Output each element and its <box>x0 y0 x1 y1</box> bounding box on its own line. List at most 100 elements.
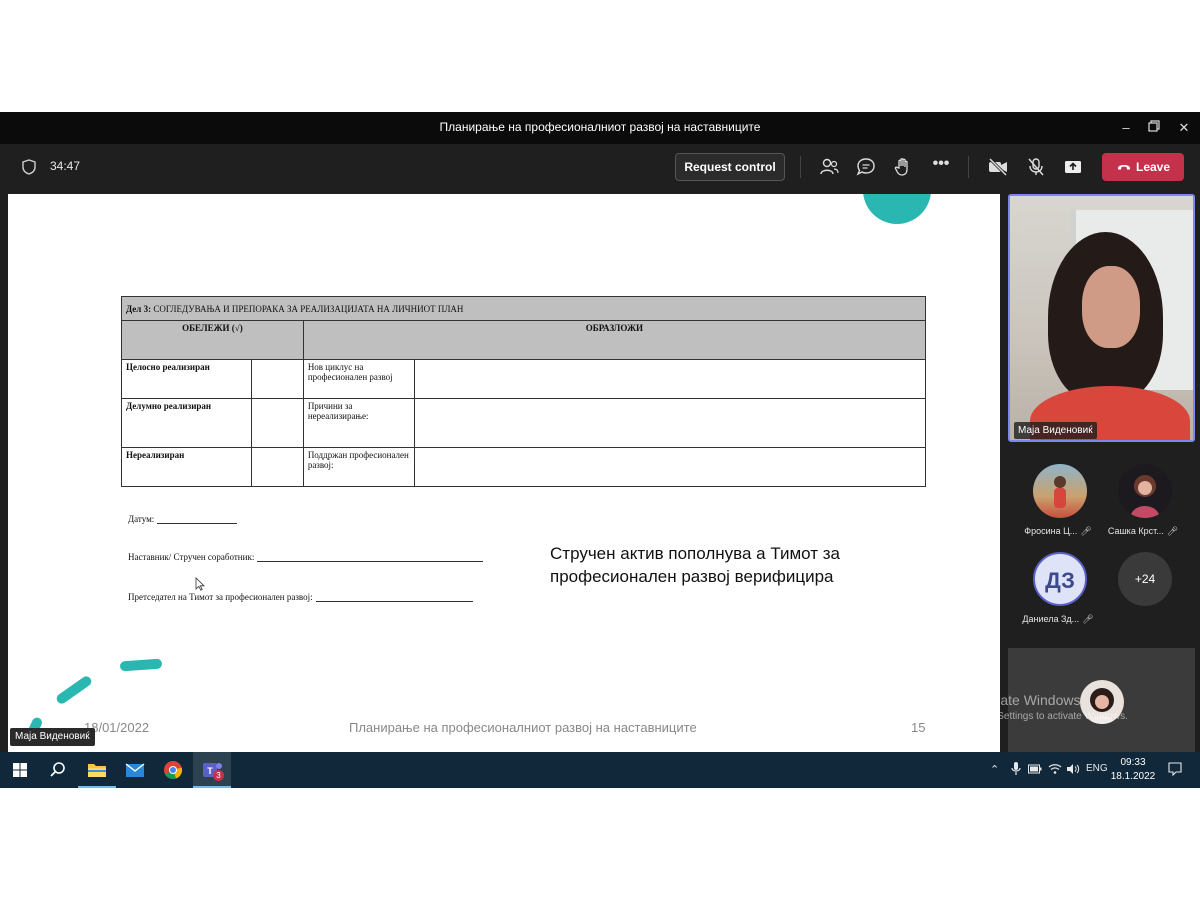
system-clock[interactable]: 09:33 18.1.2022 <box>1110 756 1156 784</box>
clock-date: 18.1.2022 <box>1110 771 1156 782</box>
explanation-cell[interactable] <box>413 398 927 448</box>
president-blank <box>315 593 473 602</box>
request-control-button[interactable]: Request control <box>675 153 785 181</box>
decorative-stroke <box>119 658 163 672</box>
chevron-up-icon[interactable]: ⌃ <box>990 763 999 776</box>
participant-tile[interactable]: ДЗ Даниела Зд... 🎤︎ <box>1013 552 1103 632</box>
mail-icon[interactable] <box>123 758 147 782</box>
table-row: Нереализиран Поддржан професионален разв… <box>121 447 927 487</box>
meeting-timer: 34:47 <box>50 159 81 173</box>
phone-hangup-icon <box>1116 160 1132 174</box>
title-bar: Планирање на професионалниот развој на н… <box>0 112 1200 144</box>
volume-icon[interactable] <box>1066 763 1080 775</box>
close-icon[interactable]: ✕ <box>1174 118 1194 138</box>
camera-off-icon[interactable] <box>987 156 1009 178</box>
more-options-icon[interactable]: ••• <box>930 156 952 178</box>
mic-off-icon[interactable] <box>1025 156 1047 178</box>
explanation-cell[interactable] <box>413 447 927 487</box>
slide-page-number: 15 <box>911 720 926 735</box>
status-cell: Нереализиран <box>121 447 252 487</box>
avatar <box>1118 464 1172 518</box>
wifi-icon[interactable] <box>1048 763 1062 775</box>
notification-icon[interactable] <box>1168 762 1182 776</box>
status-cell: Целосно реализиран <box>121 359 252 399</box>
microphone-icon[interactable] <box>1010 761 1022 777</box>
slide-footer-title: Планирање на професионалниот развој на н… <box>349 720 697 735</box>
shield-icon <box>22 159 36 175</box>
leave-button[interactable]: Leave <box>1102 153 1184 181</box>
clock-time: 09:33 <box>1120 757 1146 768</box>
participant-name: Даниела Зд... 🎤︎ <box>1022 614 1094 624</box>
plan-review-table: Дел 3: СОГЛЕДУВАЊА И ПРЕПОРАКА ЗА РЕАЛИЗ… <box>121 296 927 487</box>
restore-icon[interactable] <box>1144 118 1164 138</box>
date-signature-line: Датум: <box>128 514 238 524</box>
chrome-icon[interactable] <box>161 758 185 782</box>
minimize-icon[interactable]: – <box>1116 118 1136 138</box>
teams-meeting-screen: Планирање на професионалниот развој на н… <box>0 112 1200 788</box>
search-icon[interactable] <box>46 758 70 782</box>
more-participants-count: +24 <box>1118 552 1172 606</box>
participant-tile[interactable]: Фросина Ц... 🎤︎ <box>1013 464 1103 544</box>
presenter-video-name: Маја Виденовиќ <box>1014 422 1097 439</box>
reason-label-cell: Поддржан професионален развој: <box>302 447 415 487</box>
avatar <box>1080 680 1124 724</box>
language-indicator[interactable]: ENG <box>1086 763 1108 774</box>
participant-video-tile[interactable] <box>1008 648 1195 752</box>
checkbox-cell[interactable] <box>250 398 304 448</box>
explanation-cell[interactable] <box>413 359 927 399</box>
presenter-video-tile[interactable]: Маја Виденовиќ <box>1008 194 1195 442</box>
checkbox-cell[interactable] <box>250 359 304 399</box>
window-title: Планирање на професионалниот развој на н… <box>439 120 761 134</box>
toolbar-divider <box>800 156 801 178</box>
teacher-label: Наставник/ Стручен соработник: <box>128 552 255 562</box>
explain-column-header: ОБРАЗЛОЖИ <box>302 320 927 360</box>
teacher-signature-line: Наставник/ Стручен соработник: <box>128 552 484 562</box>
more-participants-tile[interactable]: +24 <box>1098 552 1188 632</box>
mic-off-icon: 🎤︎ <box>1166 526 1179 536</box>
reason-label-cell: Причини за нереализирање: <box>302 398 415 448</box>
mark-column-header: ОБЕЛЕЖИ (√) <box>121 320 304 360</box>
raise-hand-icon[interactable] <box>892 156 914 178</box>
participant-name: Сашка Крст... 🎤︎ <box>1107 526 1179 536</box>
president-signature-line: Претседател на Тимот за професионален ра… <box>128 592 473 602</box>
slide-note-line-2: професионален развој верифицира <box>550 567 834 586</box>
section-header: Дел 3: СОГЛЕДУВАЊА И ПРЕПОРАКА ЗА РЕАЛИЗ… <box>121 296 926 321</box>
share-screen-icon[interactable] <box>1062 156 1084 178</box>
table-row: Делумно реализиран Причини за нереализир… <box>121 398 927 448</box>
date-blank <box>157 515 238 524</box>
leave-label: Leave <box>1135 160 1171 174</box>
windows-start-icon[interactable] <box>8 758 32 782</box>
avatar <box>1033 464 1087 518</box>
mouse-cursor-icon <box>195 577 205 591</box>
file-explorer-icon[interactable] <box>85 758 109 782</box>
participant-tile[interactable]: Сашка Крст... 🎤︎ <box>1098 464 1188 544</box>
chat-icon[interactable] <box>855 156 877 178</box>
windows-taskbar: T 3 ⌃ ENG 09:33 18.1.2022 <box>0 752 1200 788</box>
section-title: СОГЛЕДУВАЊА И ПРЕПОРАКА ЗА РЕАЛИЗАЦИЈАТА… <box>151 303 464 314</box>
presenter-name-tag: Маја Виденовиќ <box>10 728 95 746</box>
president-label: Претседател на Тимот за професионален ра… <box>128 592 313 602</box>
date-label: Датум: <box>128 514 155 524</box>
people-icon[interactable] <box>818 156 840 178</box>
mic-off-icon: 🎤︎ <box>1082 614 1094 624</box>
teams-badge: 3 <box>213 770 224 781</box>
status-cell: Делумно реализиран <box>121 398 252 448</box>
meeting-toolbar: 34:47 Request control ••• Leave <box>0 144 1200 190</box>
table-row: Целосно реализиран Нов циклус на професи… <box>121 359 927 399</box>
section-number: Дел 3: <box>126 303 152 314</box>
decorative-circle <box>863 194 931 224</box>
mic-off-icon: 🎤︎ <box>1080 526 1092 536</box>
teacher-blank <box>257 553 484 562</box>
slide-note-line-1: Стручен актив пополнува а Тимот за <box>550 544 840 563</box>
toolbar-divider <box>968 156 969 178</box>
decorative-stroke <box>54 674 94 706</box>
slide-note: Стручен актив пополнува а Тимот за профе… <box>550 542 840 588</box>
shared-slide: Дел 3: СОГЛЕДУВАЊА И ПРЕПОРАКА ЗА РЕАЛИЗ… <box>8 194 1000 752</box>
reason-label-cell: Нов циклус на професионален развој <box>302 359 415 399</box>
avatar-initials: ДЗ <box>1033 552 1087 606</box>
checkbox-cell[interactable] <box>250 447 304 487</box>
teams-icon[interactable]: T 3 <box>200 758 224 782</box>
video-person-face <box>1082 266 1140 348</box>
participant-name: Фросина Ц... 🎤︎ <box>1024 526 1092 536</box>
battery-icon[interactable] <box>1028 764 1042 774</box>
